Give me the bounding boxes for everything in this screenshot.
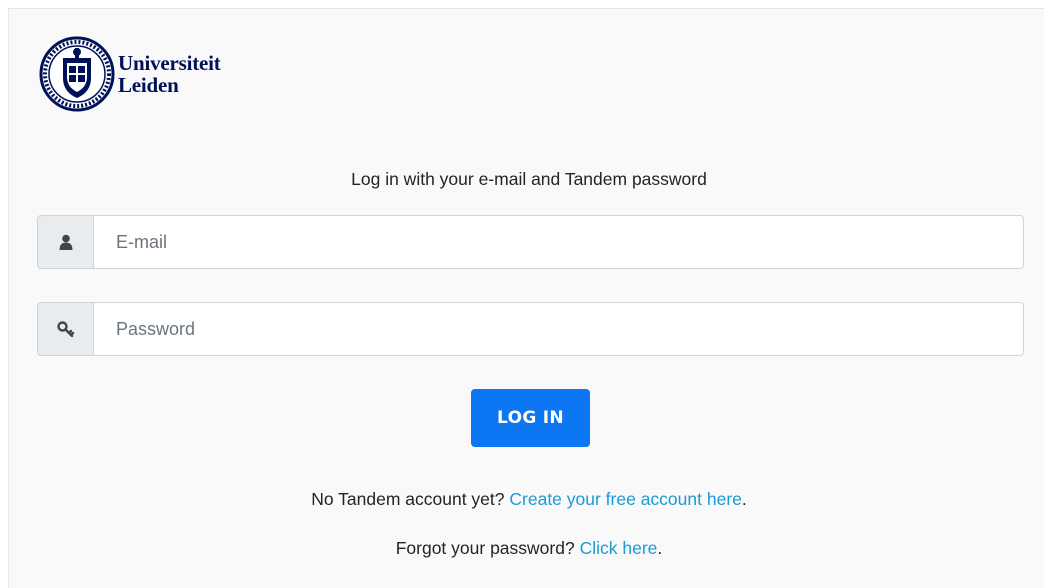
login-instruction: Log in with your e-mail and Tandem passw… [351, 169, 707, 189]
password-addon [37, 302, 94, 356]
email-field[interactable] [94, 215, 1024, 269]
login-button[interactable]: LOG IN [471, 389, 590, 447]
login-panel: Universiteit Leiden Log in with your e-m… [8, 8, 1044, 588]
university-seal-icon [39, 36, 115, 112]
no-account-text: No Tandem account yet? [311, 489, 505, 509]
password-input-group [37, 302, 1024, 356]
forgot-line-suffix: . [657, 538, 663, 558]
account-line-suffix: . [741, 489, 747, 509]
university-logo[interactable]: Universiteit Leiden [39, 36, 221, 112]
create-account-line: No Tandem account yet? Create your free … [9, 489, 1044, 510]
forgot-password-text: Forgot your password? [395, 538, 575, 558]
forgot-password-line: Forgot your password? Click here. [9, 538, 1044, 559]
password-field[interactable] [94, 302, 1024, 356]
university-name: Universiteit Leiden [118, 52, 221, 96]
key-icon [56, 321, 74, 337]
email-addon [37, 215, 94, 269]
logo-line-2: Leiden [118, 73, 179, 97]
user-icon [59, 234, 72, 250]
create-account-link[interactable]: Create your free account here [509, 489, 742, 509]
logo-line-1: Universiteit [118, 51, 221, 75]
forgot-password-link[interactable]: Click here [580, 538, 658, 558]
email-input-group [37, 215, 1024, 269]
